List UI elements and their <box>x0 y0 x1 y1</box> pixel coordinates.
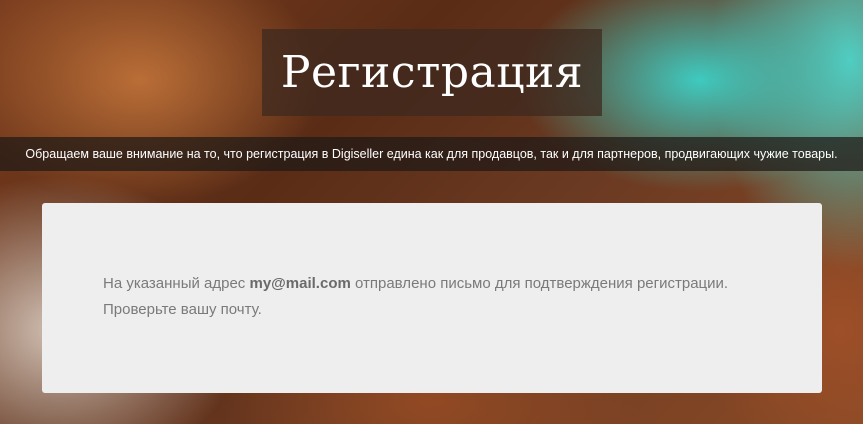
message-text-before: На указанный адрес <box>103 275 250 292</box>
notice-text: Обращаем ваше внимание на то, что регист… <box>25 147 838 161</box>
message-line-2: Проверьте вашу почту. <box>103 301 262 318</box>
page-title-box: Регистрация <box>262 29 602 116</box>
page-title: Регистрация <box>280 47 584 98</box>
email-address: my@mail.com <box>249 275 351 292</box>
confirmation-panel: На указанный адрес my@mail.com отправлен… <box>42 203 822 393</box>
confirmation-message: На указанный адрес my@mail.com отправлен… <box>103 271 762 323</box>
message-text-after: отправлено письмо для подтверждения реги… <box>350 275 729 292</box>
notice-bar: Обращаем ваше внимание на то, что регист… <box>0 137 863 171</box>
